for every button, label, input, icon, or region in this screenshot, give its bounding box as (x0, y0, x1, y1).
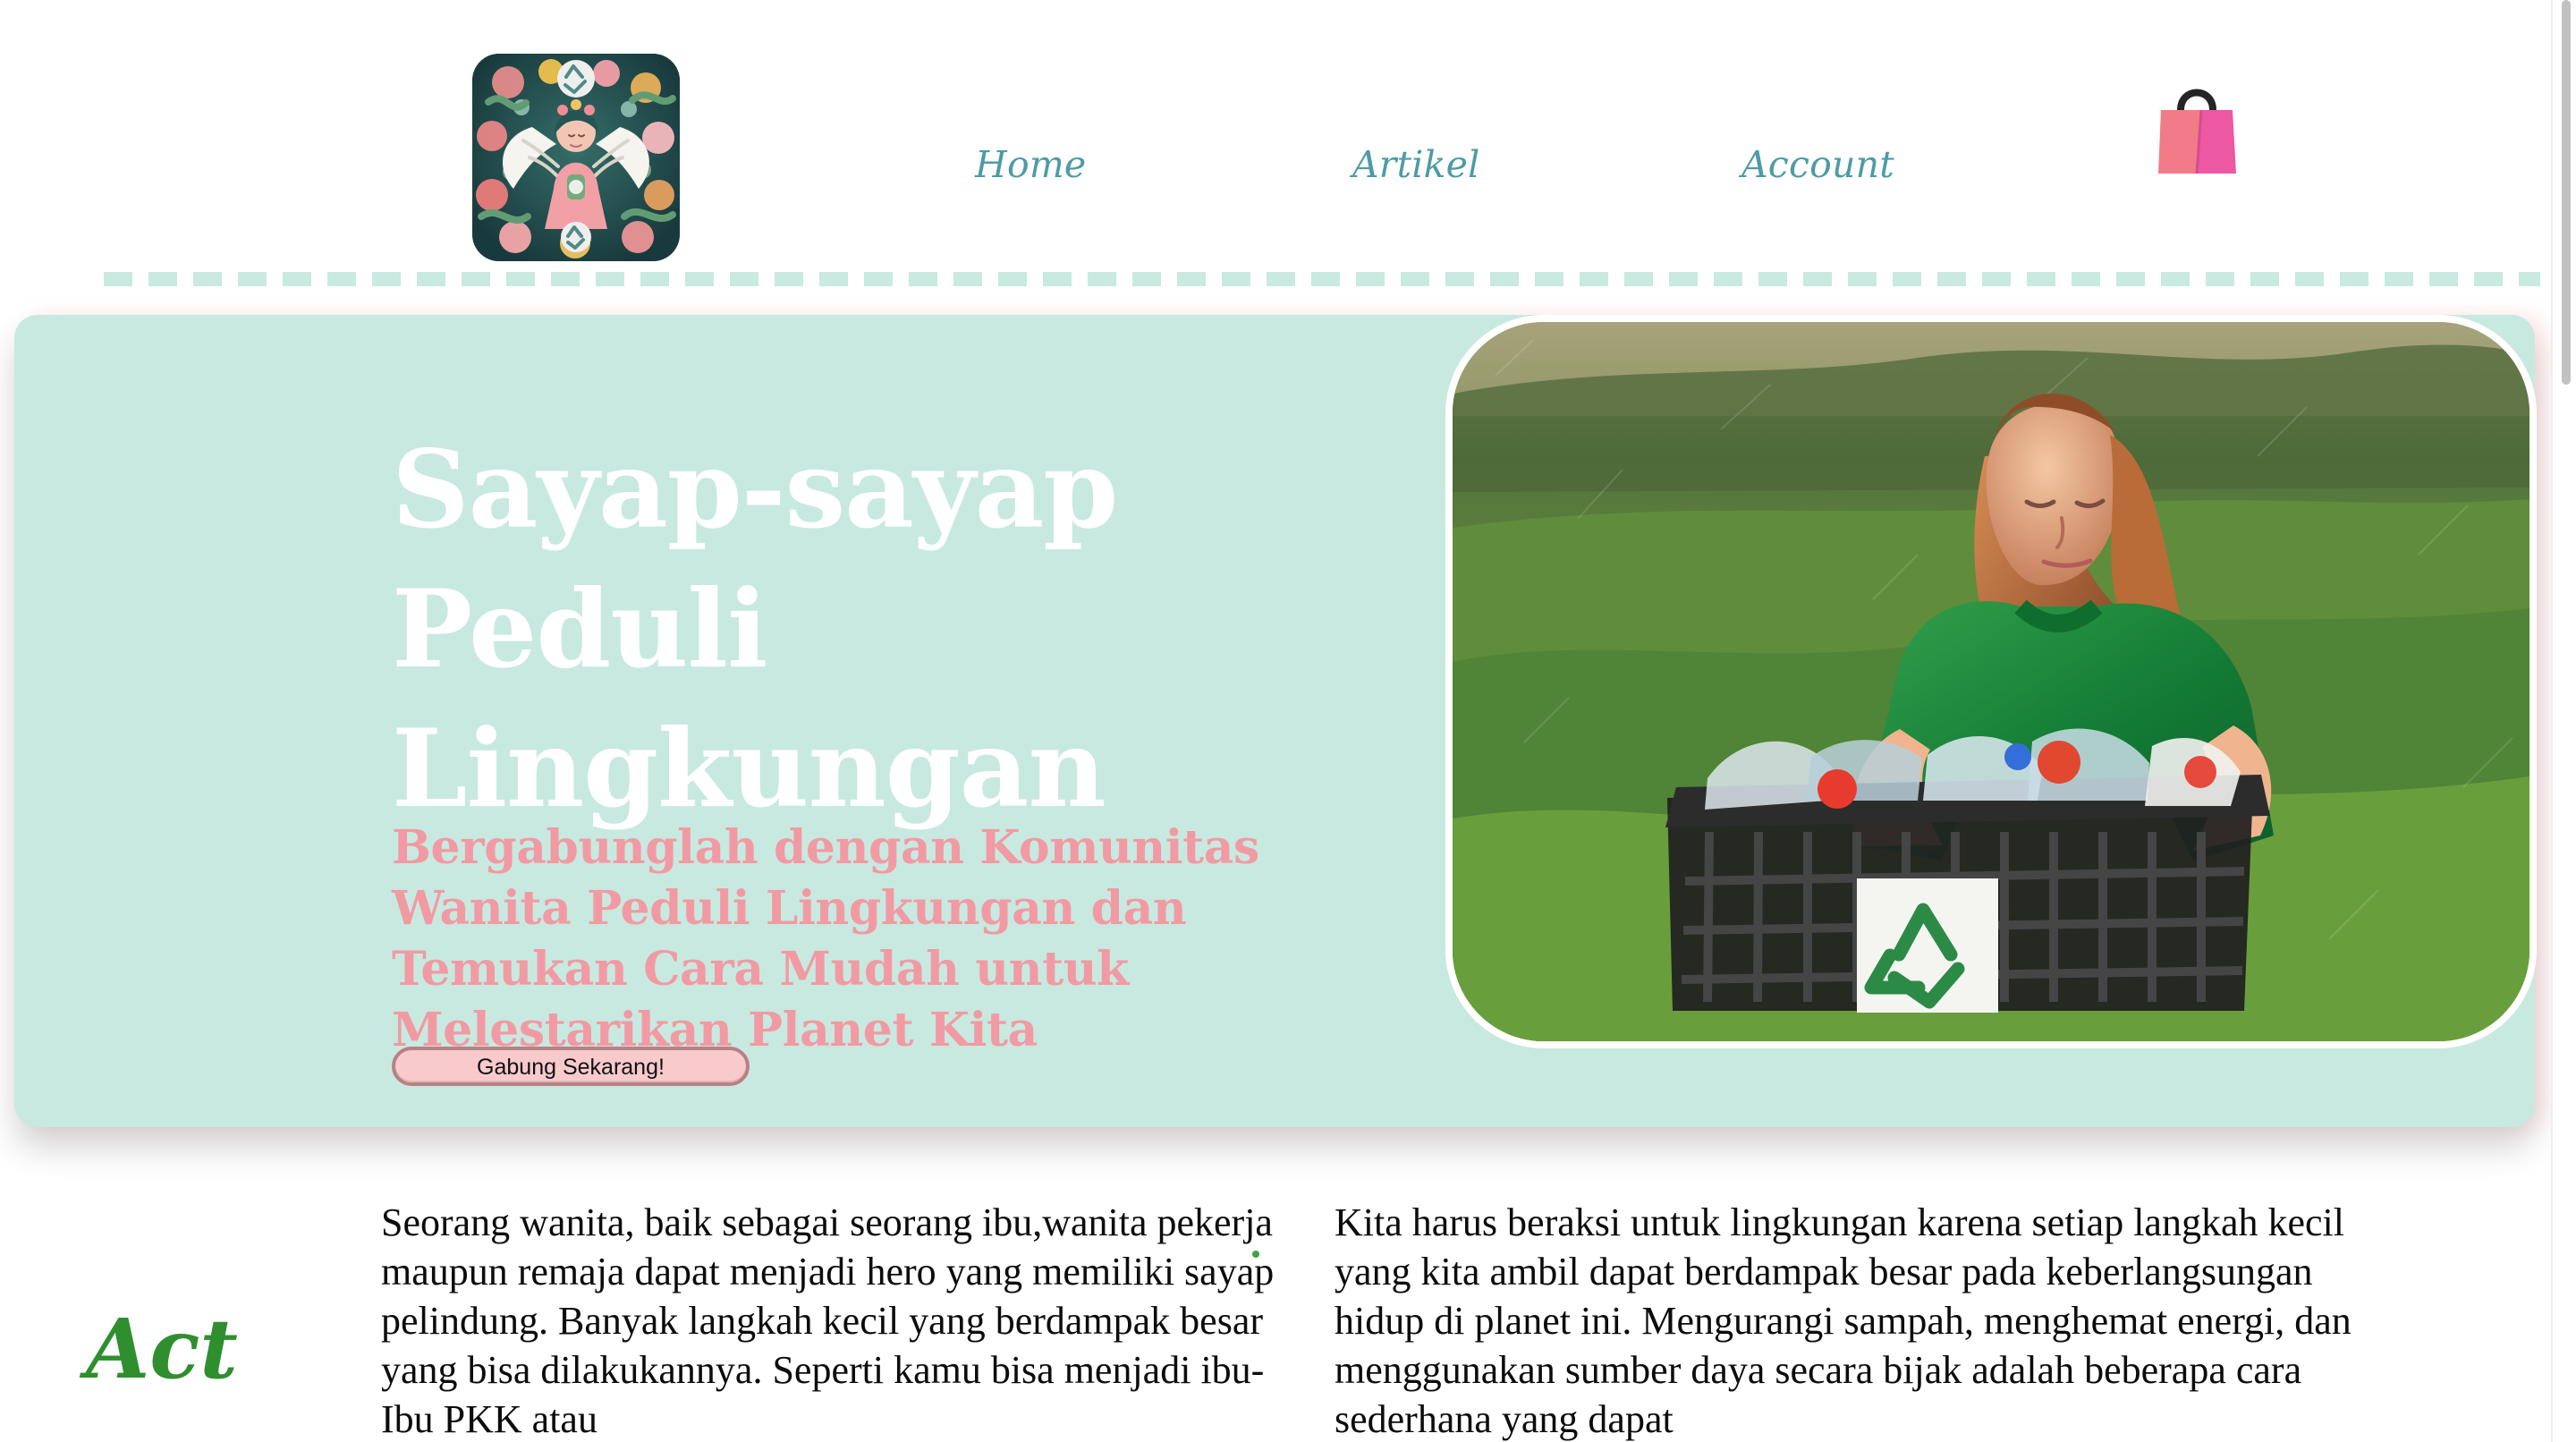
nav-link-home[interactable]: Home (975, 143, 1086, 186)
hero-title: Sayap-sayap Peduli Lingkungan (392, 427, 1118, 832)
act-heading: Act (86, 1301, 238, 1397)
hero-section: Sayap-sayap Peduli Lingkungan Bergabungl… (14, 315, 2537, 1127)
hero-subtitle: Bergabunglah dengan Komunitas Wanita Ped… (392, 820, 1259, 1057)
vertical-scrollbar-thumb[interactable] (2562, 0, 2571, 385)
woman-recycling-photo (1445, 315, 2537, 1048)
dashed-divider (104, 272, 2540, 286)
scrollbar-divider (2551, 0, 2553, 1442)
right-article-paragraph: Kita harus beraksi untuk lingkungan kare… (1335, 1200, 2351, 1441)
shopping-bag-icon (2158, 89, 2236, 174)
environmental-angel-logo[interactable] (472, 54, 680, 261)
left-article-paragraph: Seorang wanita, baik sebagai seorang ibu… (381, 1200, 1275, 1441)
site-header: Home Artikel Account (0, 0, 2549, 286)
decorative-dot-icon (1252, 1251, 1259, 1258)
nav-link-artikel[interactable]: Artikel (1352, 143, 1479, 186)
join-now-button[interactable]: Gabung Sekarang! (392, 1047, 750, 1086)
shopping-bag-button[interactable] (2154, 82, 2240, 179)
nav-link-account[interactable]: Account (1741, 143, 1894, 186)
page: Home Artikel Account Sayap-sayap Peduli … (0, 0, 2576, 1442)
